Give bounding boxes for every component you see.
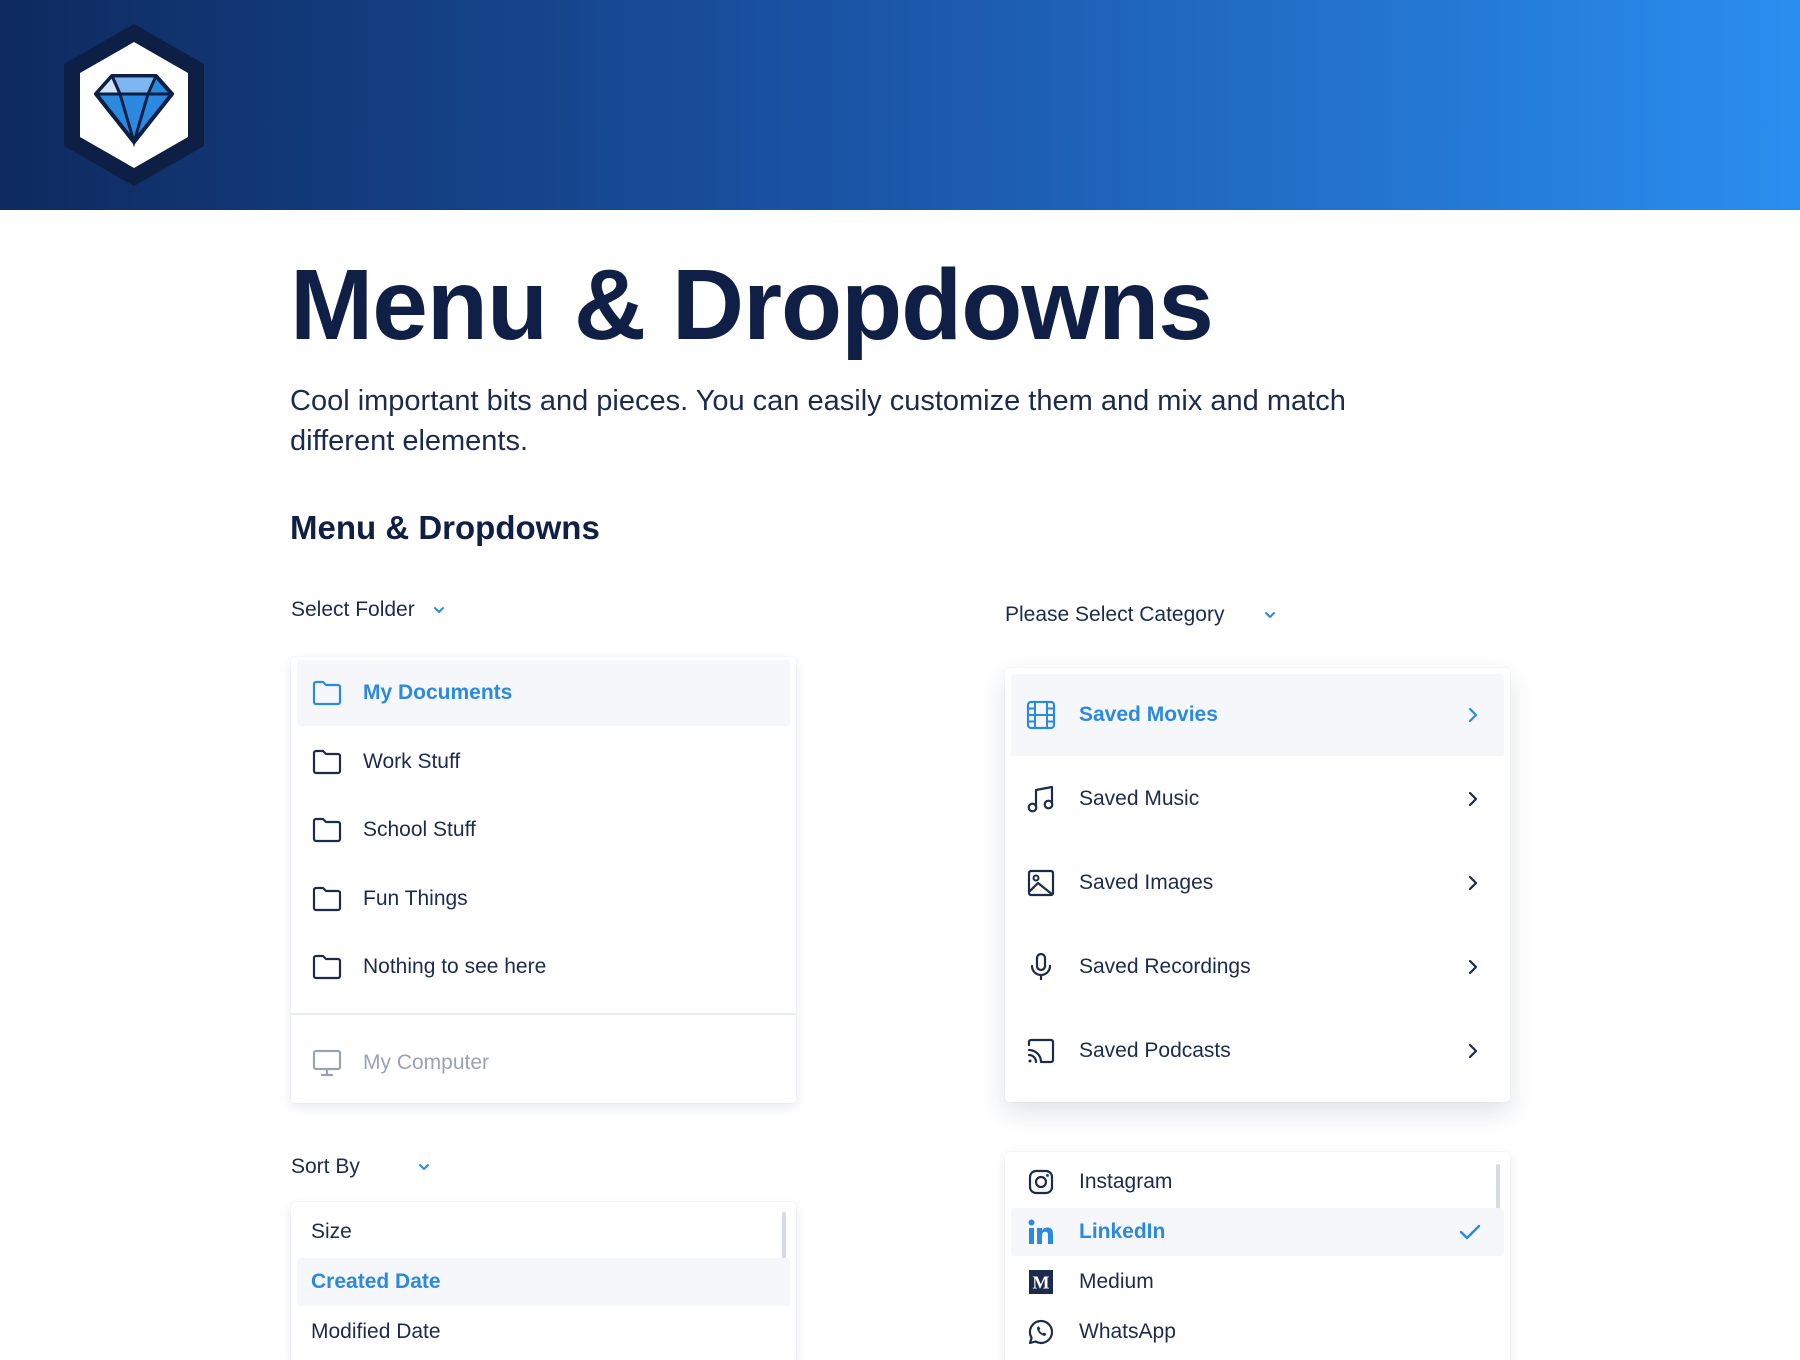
folder-item-label: Work Stuff: [363, 750, 461, 773]
category-item-saved-podcasts[interactable]: Saved Podcasts: [1011, 1010, 1504, 1092]
chevron-right-icon: [1464, 958, 1482, 976]
sort-item-modified-date[interactable]: Modified Date: [297, 1308, 790, 1356]
folder-item-nothing-to-see-here[interactable]: Nothing to see here: [297, 935, 790, 999]
folder-item-work-stuff[interactable]: Work Stuff: [297, 730, 790, 794]
menu-divider: [291, 1013, 796, 1015]
category-item-label: Saved Podcasts: [1079, 1039, 1231, 1062]
chevron-down-icon: [431, 602, 447, 618]
folder-icon: [311, 951, 343, 983]
linkedin-icon: [1025, 1216, 1057, 1248]
page-title: Menu & Dropdowns: [290, 249, 1214, 361]
folder-item-label: Nothing to see here: [363, 955, 547, 978]
folder-item-school-stuff[interactable]: School Stuff: [297, 798, 790, 862]
cast-icon: [1025, 1035, 1057, 1067]
sort-item-label: Modified Date: [311, 1320, 441, 1343]
select-folder-trigger[interactable]: Select Folder: [291, 598, 447, 622]
category-item-label: Saved Recordings: [1079, 955, 1251, 978]
folder-item-my-computer: My Computer: [297, 1031, 790, 1095]
folder-icon: [311, 746, 343, 778]
music-note-icon: [1025, 783, 1057, 815]
chevron-right-icon: [1464, 706, 1482, 724]
whatsapp-icon: [1025, 1316, 1057, 1348]
select-category-label: Please Select Category: [1005, 603, 1225, 626]
folder-item-label: My Computer: [363, 1051, 490, 1074]
category-dropdown-menu: Saved Movies Saved Music Saved Images Sa…: [1005, 668, 1510, 1102]
sort-dropdown-menu: Size Created Date Modified Date: [291, 1202, 796, 1360]
svg-text:M: M: [1033, 1273, 1050, 1293]
page-subtitle: Cool important bits and pieces. You can …: [290, 385, 1346, 457]
category-item-label: Saved Movies: [1079, 703, 1218, 726]
folder-icon: [311, 814, 343, 846]
header-banner: [0, 0, 1800, 210]
sort-item-size[interactable]: Size: [297, 1208, 790, 1256]
social-item-label: Instagram: [1079, 1170, 1173, 1193]
select-category-trigger[interactable]: Please Select Category: [1005, 603, 1278, 627]
category-item-saved-images[interactable]: Saved Images: [1011, 842, 1504, 924]
folder-item-label: My Documents: [363, 681, 513, 704]
category-item-label: Saved Images: [1079, 871, 1214, 894]
social-item-label: Medium: [1079, 1270, 1154, 1293]
social-item-label: LinkedIn: [1079, 1220, 1166, 1243]
social-item-label: WhatsApp: [1079, 1320, 1176, 1343]
social-item-linkedin[interactable]: LinkedIn: [1011, 1208, 1504, 1256]
sort-by-trigger[interactable]: Sort By: [291, 1155, 432, 1179]
folder-item-my-documents[interactable]: My Documents: [297, 660, 790, 726]
social-item-instagram[interactable]: Instagram: [1011, 1158, 1504, 1206]
folder-item-label: School Stuff: [363, 818, 476, 841]
folder-item-fun-things[interactable]: Fun Things: [297, 867, 790, 931]
checkmark-icon: [1458, 1220, 1482, 1244]
sort-item-label: Size: [311, 1220, 352, 1243]
social-item-whatsapp[interactable]: WhatsApp: [1011, 1308, 1504, 1356]
select-folder-label: Select Folder: [291, 598, 415, 621]
folder-icon: [311, 677, 343, 709]
category-item-saved-music[interactable]: Saved Music: [1011, 758, 1504, 840]
diamond-logo-icon: [58, 20, 210, 190]
chevron-right-icon: [1464, 874, 1482, 892]
medium-icon: M: [1025, 1266, 1057, 1298]
social-item-medium[interactable]: M Medium: [1011, 1258, 1504, 1306]
category-item-saved-recordings[interactable]: Saved Recordings: [1011, 926, 1504, 1008]
instagram-icon: [1025, 1166, 1057, 1198]
folder-item-label: Fun Things: [363, 887, 468, 910]
folder-dropdown-menu: My Documents Work Stuff School Stuff Fun…: [291, 657, 796, 1103]
sort-by-label: Sort By: [291, 1155, 360, 1178]
monitor-icon: [311, 1047, 343, 1079]
chevron-down-icon: [1262, 607, 1278, 623]
category-item-saved-movies[interactable]: Saved Movies: [1011, 674, 1504, 756]
section-title: Menu & Dropdowns: [290, 509, 600, 546]
folder-icon: [311, 883, 343, 915]
film-icon: [1025, 699, 1057, 731]
sort-item-created-date[interactable]: Created Date: [297, 1258, 790, 1306]
microphone-icon: [1025, 951, 1057, 983]
chevron-down-icon: [416, 1159, 432, 1175]
social-dropdown-menu: Instagram LinkedIn M Medium WhatsApp: [1005, 1152, 1510, 1360]
category-item-label: Saved Music: [1079, 787, 1200, 810]
chevron-right-icon: [1464, 790, 1482, 808]
sort-item-label: Created Date: [311, 1270, 441, 1293]
image-icon: [1025, 867, 1057, 899]
chevron-right-icon: [1464, 1042, 1482, 1060]
